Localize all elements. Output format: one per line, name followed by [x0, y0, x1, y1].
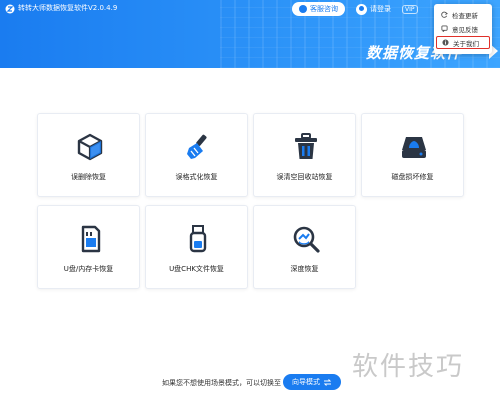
vip-badge[interactable]: VIP: [402, 4, 418, 14]
mode-card-deep-recovery[interactable]: 深度恢复: [253, 205, 356, 289]
mode-card-label: U盘CHK文件恢复: [169, 265, 224, 273]
usb-icon: [189, 225, 207, 253]
mode-card-label: U盘/内存卡恢复: [63, 265, 114, 273]
mode-card-recycle-bin-recovery[interactable]: 误清空回收站恢复: [253, 113, 356, 197]
switch-icon: [323, 378, 332, 386]
feedback-icon: [441, 25, 448, 32]
menu-item-label: 检查更新: [452, 11, 478, 20]
app-logo-icon: [5, 4, 15, 14]
deep-search-icon: [293, 226, 320, 253]
watermark: 软件技巧: [352, 352, 465, 382]
menu-item-check-update[interactable]: 检查更新: [436, 8, 490, 21]
mode-card-format-recovery[interactable]: 误格式化恢复: [145, 113, 248, 197]
wizard-mode-button[interactable]: 向导模式: [283, 374, 341, 390]
mode-card-usb-sdcard-recovery[interactable]: U盘/内存卡恢复: [37, 205, 140, 289]
app-header: 转转大师数据恢复软件V2.0.4.9 客服咨询 请登录 VIP 数据恢复软件: [0, 0, 500, 68]
sdcard-icon: [81, 225, 101, 253]
chat-icon: [299, 5, 307, 13]
mode-card-usb-chk-recovery[interactable]: U盘CHK文件恢复: [145, 205, 248, 289]
mode-card-label: 误删除恢复: [71, 173, 106, 181]
cube-icon: [77, 133, 103, 161]
menu-item-about-us[interactable]: 关于我们: [436, 36, 490, 49]
trash-icon: [295, 133, 317, 159]
mode-card-deleted-recovery[interactable]: 误删除恢复: [37, 113, 140, 197]
mode-card-label: 磁盘损坏修复: [391, 173, 434, 181]
mode-card-label: 误清空回收站恢复: [276, 173, 333, 181]
mode-switch-hint: 如果您不想使用场景模式，可以切换至: [162, 379, 281, 387]
mode-card-disk-repair[interactable]: 磁盘损坏修复: [361, 113, 464, 197]
app-title: 转转大师数据恢复软件V2.0.4.9: [18, 4, 118, 12]
info-icon: [442, 39, 449, 46]
menu-item-feedback[interactable]: 意见反馈: [436, 22, 490, 35]
menu-item-label: 意见反馈: [452, 25, 478, 34]
menu-item-label: 关于我们: [453, 39, 479, 48]
mode-card-label: 深度恢复: [290, 265, 319, 273]
customer-service-label: 客服咨询: [310, 5, 338, 13]
login-label: 请登录: [370, 5, 391, 13]
customer-service-button[interactable]: 客服咨询: [292, 2, 345, 16]
disk-icon: [402, 137, 426, 158]
settings-menu: 检查更新 意见反馈 关于我们: [434, 4, 492, 54]
wizard-mode-label: 向导模式: [292, 378, 320, 386]
login-button[interactable]: 请登录 VIP: [356, 2, 418, 16]
broom-icon: [187, 134, 207, 159]
refresh-icon: [441, 11, 448, 18]
mode-card-label: 误格式化恢复: [175, 173, 218, 181]
avatar-icon: [356, 3, 367, 15]
